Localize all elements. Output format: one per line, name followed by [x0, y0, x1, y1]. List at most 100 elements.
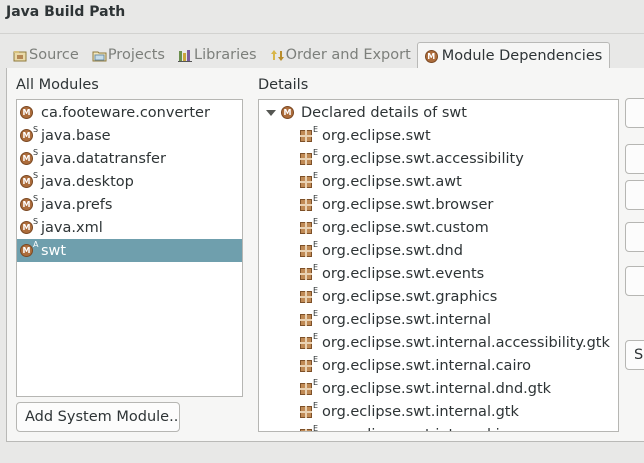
package-export-badge: E — [313, 424, 319, 432]
package-tree-item[interactable]: Eorg.eclipse.swt.internal.cairo — [259, 354, 618, 377]
package-export-badge: E — [313, 355, 319, 364]
side-action-button[interactable] — [625, 266, 644, 296]
tab-order-export-label: Order and Export — [285, 47, 411, 63]
package-name: org.eclipse.swt.internal.dnd.gtk — [322, 380, 552, 397]
module-badge: A — [33, 240, 39, 249]
module-badge: S — [33, 148, 39, 157]
package-icon — [300, 221, 312, 234]
module-list-item[interactable]: Sjava.desktop — [17, 170, 242, 193]
package-tree-item[interactable]: Eorg.eclipse.swt.accessibility — [259, 147, 618, 170]
package-icon — [300, 290, 312, 303]
side-action-button[interactable] — [625, 98, 644, 128]
package-export-badge: E — [313, 378, 319, 387]
module-list-item[interactable]: Sjava.prefs — [17, 193, 242, 216]
package-tree-item[interactable]: Eorg.eclipse.swt.internal.gtk — [259, 400, 618, 423]
package-icon — [300, 313, 312, 326]
package-icon — [300, 382, 312, 395]
module-list-item[interactable]: Sjava.datatransfer — [17, 147, 242, 170]
package-name: org.eclipse.swt.events — [322, 265, 485, 282]
package-icon — [300, 405, 312, 418]
details-tree[interactable]: Declared details of swt Eorg.eclipse.swt… — [258, 99, 619, 432]
package-name: org.eclipse.swt.awt — [322, 173, 462, 190]
package-name: org.eclipse.swt.internal.cairo — [322, 357, 531, 374]
package-name: org.eclipse.swt.internal.image — [322, 427, 541, 432]
side-action-button[interactable] — [625, 222, 644, 252]
module-name: java.xml — [41, 219, 103, 236]
projects-folder-icon — [92, 48, 107, 63]
module-name: ca.footeware.converter — [41, 104, 210, 121]
package-export-badge: E — [313, 401, 319, 410]
details-root-node[interactable]: Declared details of swt — [259, 101, 618, 124]
module-list-item[interactable]: Aswt — [17, 239, 242, 262]
module-icon — [20, 152, 33, 165]
source-folder-icon — [13, 48, 28, 63]
module-badge: S — [33, 217, 39, 226]
module-badge: S — [33, 194, 39, 203]
package-icon — [300, 244, 312, 257]
tab-bar: Source Projects Libraries Order and Expo… — [6, 42, 611, 69]
package-name: org.eclipse.swt.dnd — [322, 242, 463, 259]
package-icon — [300, 336, 312, 349]
package-tree-item[interactable]: Eorg.eclipse.swt.internal.image — [259, 423, 618, 432]
module-icon — [20, 198, 33, 211]
tab-module-dependencies[interactable]: Module Dependencies — [416, 42, 611, 69]
add-system-module-button[interactable]: Add System Module... — [16, 402, 180, 432]
module-name: java.prefs — [41, 196, 113, 213]
module-icon — [20, 175, 33, 188]
tab-source[interactable]: Source — [6, 42, 85, 68]
module-name: java.datatransfer — [41, 150, 166, 167]
package-export-badge: E — [313, 194, 319, 203]
side-action-button[interactable] — [625, 144, 644, 174]
tab-projects[interactable]: Projects — [85, 42, 171, 68]
module-list-item[interactable]: Sjava.base — [17, 124, 242, 147]
module-icon — [20, 221, 33, 234]
package-icon — [300, 428, 312, 431]
side-action-button[interactable] — [625, 180, 644, 210]
module-icon — [20, 129, 33, 142]
package-export-badge: E — [313, 125, 319, 134]
package-icon — [300, 175, 312, 188]
package-tree-item[interactable]: Eorg.eclipse.swt.internal.dnd.gtk — [259, 377, 618, 400]
package-name: org.eclipse.swt.accessibility — [322, 150, 524, 167]
module-icon — [424, 49, 439, 64]
package-tree-item[interactable]: Eorg.eclipse.swt.internal.accessibility.… — [259, 331, 618, 354]
tab-libraries-label: Libraries — [193, 47, 257, 63]
package-icon — [300, 198, 312, 211]
package-icon — [300, 129, 312, 142]
package-tree-item[interactable]: Eorg.eclipse.swt — [259, 124, 618, 147]
tab-projects-label: Projects — [107, 47, 165, 63]
package-name: org.eclipse.swt.internal.gtk — [322, 403, 519, 420]
package-export-badge: E — [313, 309, 319, 318]
order-export-icon — [270, 48, 285, 63]
module-badge: S — [33, 125, 39, 134]
module-list-item[interactable]: Sjava.xml — [17, 216, 242, 239]
package-tree-item[interactable]: Eorg.eclipse.swt.internal — [259, 308, 618, 331]
package-tree-item[interactable]: Eorg.eclipse.swt.graphics — [259, 285, 618, 308]
package-export-badge: E — [313, 148, 319, 157]
module-list-item[interactable]: ca.footeware.converter — [17, 101, 242, 124]
package-export-badge: E — [313, 240, 319, 249]
side-action-button[interactable]: S — [625, 340, 644, 370]
tab-libraries[interactable]: Libraries — [171, 42, 263, 68]
package-icon — [300, 359, 312, 372]
package-icon — [300, 152, 312, 165]
package-tree-item[interactable]: Eorg.eclipse.swt.browser — [259, 193, 618, 216]
dialog-footer — [0, 443, 644, 463]
package-icon — [300, 267, 312, 280]
libraries-icon — [177, 48, 193, 63]
all-modules-list[interactable]: ca.footeware.converterSjava.baseSjava.da… — [16, 99, 243, 397]
expand-arrow-icon[interactable] — [266, 109, 276, 116]
tab-module-dependencies-label: Module Dependencies — [441, 48, 603, 64]
package-export-badge: E — [313, 171, 319, 180]
package-name: org.eclipse.swt.internal — [322, 311, 491, 328]
module-icon — [281, 106, 294, 119]
package-export-badge: E — [313, 332, 319, 341]
package-tree-item[interactable]: Eorg.eclipse.swt.awt — [259, 170, 618, 193]
module-name: java.base — [41, 127, 111, 144]
details-root-label: Declared details of swt — [301, 104, 467, 121]
package-tree-item[interactable]: Eorg.eclipse.swt.dnd — [259, 239, 618, 262]
tab-order-export[interactable]: Order and Export — [263, 42, 417, 68]
package-tree-item[interactable]: Eorg.eclipse.swt.custom — [259, 216, 618, 239]
package-tree-item[interactable]: Eorg.eclipse.swt.events — [259, 262, 618, 285]
tab-source-label: Source — [29, 47, 79, 63]
